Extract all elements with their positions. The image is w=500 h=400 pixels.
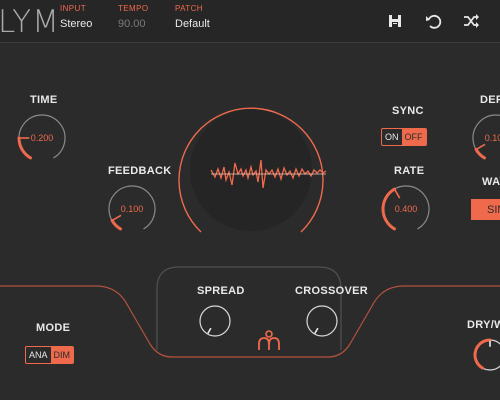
input-selector[interactable]: INPUT Stereo	[60, 4, 92, 30]
tempo-field[interactable]: TEMPO 90.00	[118, 4, 148, 30]
feedback-knob[interactable]: 0.100	[107, 184, 157, 234]
input-label: INPUT	[60, 4, 86, 13]
knob-pointer	[207, 327, 212, 334]
sync-off-option[interactable]: OFF	[401, 129, 426, 145]
mode-switch[interactable]: ANA DIM	[25, 346, 75, 364]
knob-pointer	[314, 327, 319, 334]
patch-selector[interactable]: PATCH Default	[175, 4, 210, 30]
input-value[interactable]: Stereo	[60, 18, 92, 30]
mode-label: MODE	[36, 322, 71, 334]
mode-dim-option[interactable]: DIM	[50, 347, 74, 363]
knob-ring	[306, 305, 338, 337]
drywet-label: DRY/WET	[467, 319, 500, 331]
top-bar: LYM INPUT Stereo TEMPO 90.00 PATCH Defau…	[0, 0, 500, 43]
spread-label: SPREAD	[197, 285, 245, 297]
waveform-display	[210, 159, 327, 189]
rate-value: 0.400	[394, 204, 418, 214]
sync-on-option[interactable]: ON	[382, 129, 402, 145]
save-icon[interactable]	[384, 10, 406, 32]
knob-ring	[199, 305, 231, 337]
app-logo: LYM	[0, 4, 60, 40]
depth-value: 0.100	[484, 133, 500, 143]
feedback-label: FEEDBACK	[108, 165, 172, 177]
tempo-value[interactable]: 90.00	[118, 18, 148, 30]
brand-logo-icon	[258, 330, 280, 350]
time-value: 0.200	[30, 133, 54, 143]
crossover-label: CROSSOVER	[295, 285, 368, 297]
knob-value-arc	[473, 338, 492, 370]
wave-selector[interactable]: SINE	[471, 199, 500, 220]
patch-label: PATCH	[175, 4, 203, 13]
sync-switch[interactable]: ON OFF	[381, 128, 427, 146]
shuffle-icon[interactable]	[460, 10, 482, 32]
sync-label: SYNC	[392, 105, 424, 117]
plugin-window: LYM INPUT Stereo TEMPO 90.00 PATCH Defau…	[0, 0, 500, 400]
patch-value[interactable]: Default	[175, 18, 210, 30]
rate-knob[interactable]: 0.400	[381, 184, 431, 234]
drywet-knob[interactable]	[473, 338, 500, 372]
rate-label: RATE	[394, 165, 425, 177]
wave-label: WAVE	[482, 176, 500, 188]
mode-ana-option[interactable]: ANA	[26, 347, 51, 363]
feedback-value: 0.100	[120, 204, 144, 214]
tempo-label: TEMPO	[118, 4, 149, 13]
depth-label: DEPTH	[480, 94, 500, 106]
depth-knob[interactable]: 0.100	[471, 113, 500, 163]
time-label: TIME	[30, 94, 58, 106]
crossover-knob[interactable]	[305, 304, 339, 338]
spread-knob[interactable]	[198, 304, 232, 338]
time-knob[interactable]: 0.200	[17, 113, 67, 163]
undo-icon[interactable]	[422, 10, 444, 32]
